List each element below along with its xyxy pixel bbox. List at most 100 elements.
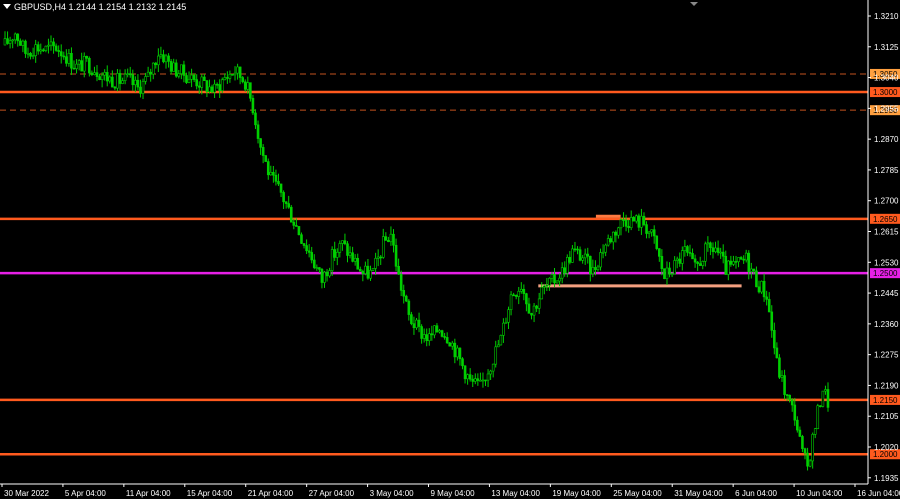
candle <box>374 252 377 275</box>
candle <box>760 280 763 294</box>
candle <box>226 71 229 84</box>
candle <box>721 244 725 264</box>
level-price-label: 1.2650 <box>873 215 898 224</box>
candle-body <box>289 206 293 223</box>
candle <box>619 217 623 236</box>
candle <box>39 43 43 55</box>
candle <box>146 66 150 77</box>
candle-body <box>704 243 707 262</box>
candle <box>813 427 817 439</box>
candle <box>744 249 748 263</box>
candle-body <box>233 72 237 76</box>
candle-body <box>118 73 122 84</box>
candle-body <box>361 270 365 274</box>
candle <box>36 41 40 55</box>
candle <box>11 38 14 49</box>
candle-body <box>509 294 513 310</box>
candle-body <box>571 248 574 263</box>
candle-body <box>525 293 528 305</box>
candle <box>729 255 733 267</box>
candle-body <box>594 267 597 270</box>
candle-body <box>62 55 66 58</box>
candle-body <box>269 171 273 176</box>
candle-body <box>231 74 234 76</box>
candle-body <box>323 271 326 283</box>
candle <box>172 58 175 72</box>
candle-body <box>126 73 129 75</box>
dropdown-triangle-icon[interactable] <box>3 4 11 9</box>
price-chart[interactable]: 1.30501.30001.29501.26501.25001.21501.20… <box>0 0 900 499</box>
candle-body <box>767 299 771 313</box>
candle <box>458 347 462 366</box>
candle-body <box>558 277 561 282</box>
candle <box>203 74 206 81</box>
candle <box>67 49 71 67</box>
candle <box>755 266 758 288</box>
candle <box>154 61 158 69</box>
candle-body <box>24 40 27 54</box>
candle <box>512 292 515 297</box>
candle <box>443 332 446 340</box>
candle <box>228 70 232 83</box>
candle-body <box>629 217 633 229</box>
candle <box>525 292 528 312</box>
candle-body <box>422 334 426 339</box>
level-price-label: 1.3000 <box>873 88 898 97</box>
candle <box>384 232 388 241</box>
candle <box>307 244 311 258</box>
candle <box>364 261 367 276</box>
candle-body <box>417 319 421 327</box>
candle <box>407 299 411 321</box>
candle-body <box>583 253 587 259</box>
candle <box>819 405 822 408</box>
candle <box>330 246 334 276</box>
candle <box>77 59 81 71</box>
candle-body <box>563 267 567 274</box>
candle-body <box>507 309 510 323</box>
candle-body <box>696 261 699 264</box>
candle-body <box>456 347 459 358</box>
candle <box>141 78 145 100</box>
candle <box>747 250 751 280</box>
candle-body <box>783 375 786 395</box>
candle-body <box>3 38 7 46</box>
candle <box>29 51 32 60</box>
x-tick-label: 21 Apr 04:00 <box>248 489 294 498</box>
candle-body <box>8 40 12 44</box>
candle-body <box>650 229 653 233</box>
candle <box>583 248 587 265</box>
candle-body <box>113 86 117 89</box>
candle <box>238 66 242 85</box>
x-tick-label: 15 Apr 04:00 <box>187 489 233 498</box>
candle-body <box>599 252 602 268</box>
candle-body <box>757 286 761 293</box>
candle-body <box>670 273 674 276</box>
candle-body <box>430 333 434 336</box>
candle <box>65 49 68 67</box>
candle <box>548 277 551 291</box>
candle-body <box>721 251 725 257</box>
candle <box>402 284 406 304</box>
candle <box>220 77 224 94</box>
candle <box>16 33 20 47</box>
candle-body <box>752 268 756 272</box>
candle-body <box>553 274 556 284</box>
candle <box>392 229 395 253</box>
candle-body <box>213 83 216 93</box>
candle-body <box>295 225 298 227</box>
candle-body <box>185 75 188 83</box>
candle <box>346 241 349 263</box>
candle <box>826 382 830 412</box>
candle-body <box>425 334 429 341</box>
candle-body <box>366 265 370 279</box>
candle-body <box>312 259 316 268</box>
candle <box>484 379 487 386</box>
candle-body <box>586 253 590 257</box>
candle-body <box>200 76 204 88</box>
candle <box>26 47 30 59</box>
candle-body <box>210 86 214 93</box>
symbol-header[interactable]: GBPUSD,H4 1.2144 1.2154 1.2132 1.2145 <box>3 2 186 12</box>
candle <box>34 39 37 63</box>
candle <box>251 94 255 116</box>
candle-body <box>494 346 498 365</box>
